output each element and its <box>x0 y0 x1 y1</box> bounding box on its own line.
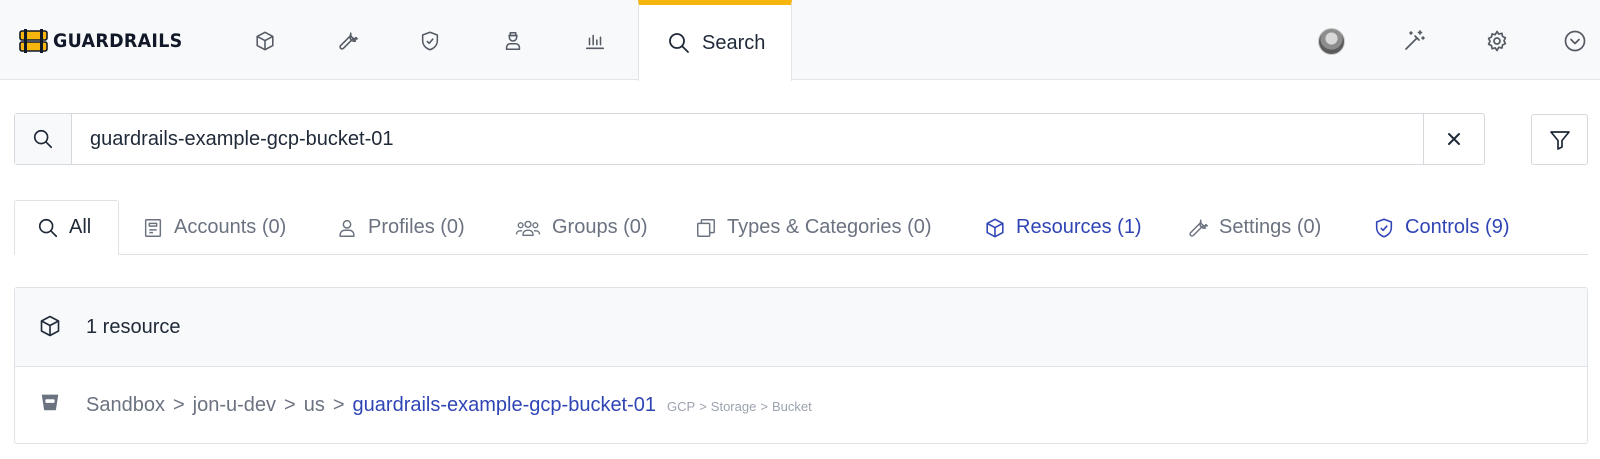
tab-accounts-label: Accounts (0) <box>174 216 287 238</box>
accounts-user-icon[interactable] <box>500 28 526 54</box>
breadcrumb-separator: > <box>172 394 185 416</box>
nav-tab-search[interactable]: Search <box>638 0 792 81</box>
settings-wrench-icon[interactable] <box>335 28 361 54</box>
tab-controls-label: Controls (9) <box>1405 216 1510 238</box>
search-icon <box>38 218 58 237</box>
tab-resources-label: Resources (1) <box>1016 216 1142 238</box>
guardrails-logo-icon <box>19 29 48 53</box>
accounts-icon <box>144 218 162 237</box>
resource-link[interactable]: guardrails-example-gcp-bucket-01 <box>353 394 656 417</box>
results-count: 1 resource <box>86 316 181 338</box>
filter-icon <box>1549 130 1570 150</box>
results-header: 1 resource <box>15 288 1587 367</box>
tab-groups[interactable]: Groups (0) <box>514 200 648 255</box>
wrench-icon <box>1189 218 1208 237</box>
clear-search-button[interactable] <box>1423 114 1484 164</box>
tab-all-label: All <box>69 216 92 238</box>
shield-check-icon <box>1375 218 1393 237</box>
types-icon <box>697 218 715 237</box>
breadcrumb-separator: > <box>332 394 345 416</box>
tab-accounts[interactable]: Accounts (0) <box>142 200 286 255</box>
type-resource: Bucket <box>771 399 812 414</box>
tab-groups-label: Groups (0) <box>552 216 648 238</box>
magic-wand-icon[interactable] <box>1401 28 1427 54</box>
tab-resources[interactable]: Resources (1) <box>984 200 1142 255</box>
type-separator: > <box>760 399 768 414</box>
search-input[interactable] <box>90 114 1410 164</box>
type-separator: > <box>699 399 707 414</box>
storage-bucket-icon <box>41 394 59 411</box>
controls-shield-icon[interactable] <box>417 28 443 54</box>
resource-row[interactable]: Sandbox > jon-u-dev > us > guardrails-ex… <box>86 394 812 417</box>
top-navbar: GUARDRAILS Search <box>0 0 1600 81</box>
gear-icon[interactable] <box>1484 28 1510 54</box>
breadcrumb-project[interactable]: jon-u-dev <box>193 394 276 417</box>
tab-types-categories[interactable]: Types & Categories (0) <box>695 200 932 255</box>
filter-button[interactable] <box>1531 114 1588 165</box>
profile-icon <box>339 219 355 237</box>
tab-controls[interactable]: Controls (9) <box>1373 200 1509 255</box>
breadcrumb-region[interactable]: us <box>304 394 325 417</box>
breadcrumb-account[interactable]: Sandbox <box>86 394 165 417</box>
resource-type-path: GCP > Storage > Bucket <box>667 399 812 414</box>
search-bar <box>14 113 1485 165</box>
results-panel: 1 resource Sandbox > jon-u-dev > us > gu… <box>14 287 1588 444</box>
groups-icon <box>515 220 541 236</box>
guardrails-logo[interactable]: GUARDRAILS <box>19 28 194 54</box>
reports-chart-icon[interactable] <box>582 28 608 54</box>
tab-profiles[interactable]: Profiles (0) <box>336 200 465 255</box>
tab-profiles-label: Profiles (0) <box>368 216 465 238</box>
type-service: Storage <box>710 399 757 414</box>
cube-icon <box>986 218 1004 237</box>
chevron-down-icon[interactable] <box>1562 28 1588 54</box>
user-avatar[interactable] <box>1318 28 1345 55</box>
search-icon <box>15 114 72 164</box>
close-icon <box>1448 133 1460 145</box>
search-icon <box>669 33 689 53</box>
cube-icon <box>40 315 60 337</box>
nav-tab-search-label: Search <box>702 31 766 54</box>
type-provider: GCP <box>667 399 696 414</box>
resources-cube-icon[interactable] <box>252 28 278 54</box>
tab-all[interactable]: All <box>14 200 119 255</box>
brand-name: GUARDRAILS <box>53 30 183 52</box>
breadcrumb-separator: > <box>284 394 296 416</box>
tab-types-categories-label: Types & Categories (0) <box>727 216 932 238</box>
tab-settings[interactable]: Settings (0) <box>1187 200 1321 255</box>
tab-settings-label: Settings (0) <box>1219 216 1322 238</box>
